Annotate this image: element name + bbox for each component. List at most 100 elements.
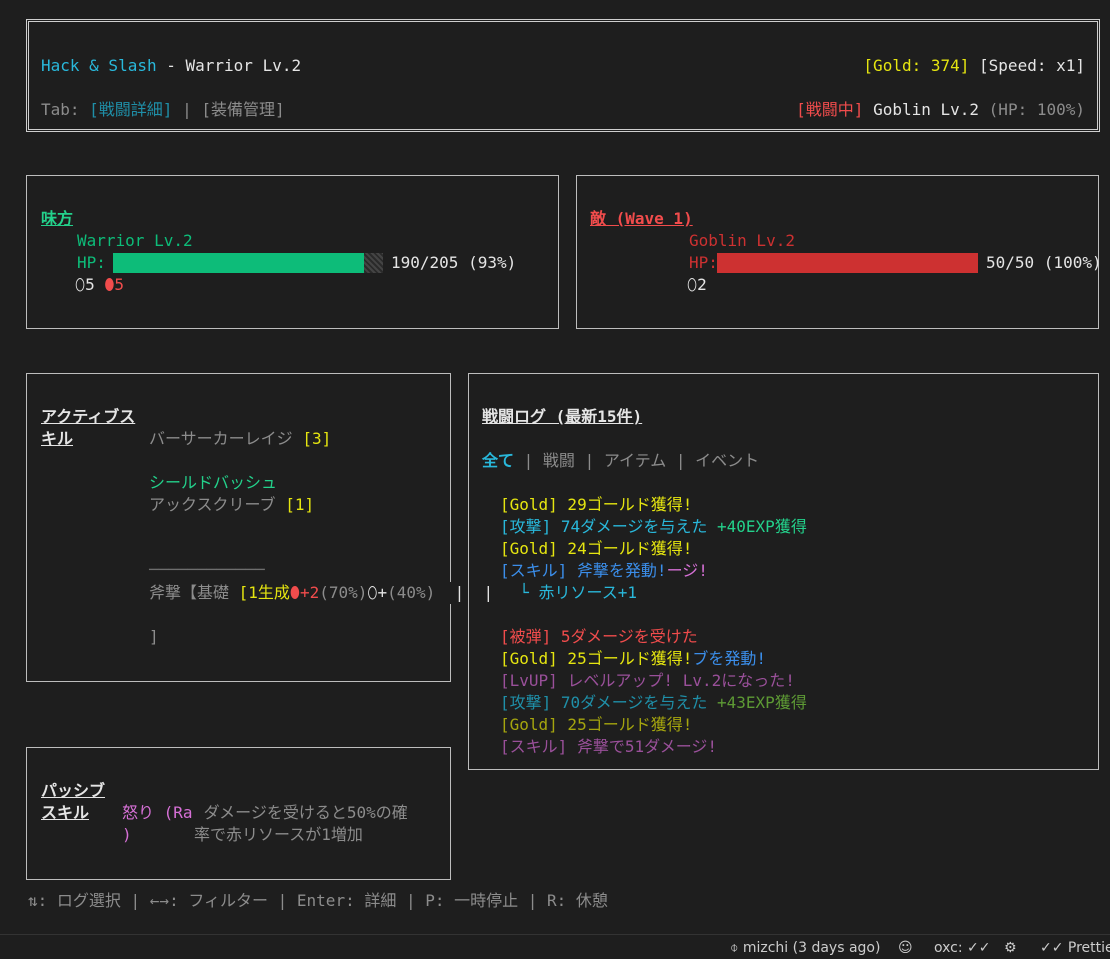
log-tag: [Gold] [500,539,558,558]
enemy-title: 敵 (Wave 1) [590,209,693,228]
skill-berserker-rage[interactable]: バーサーカーレイジ [3] [149,428,331,450]
log-line[interactable]: [Gold] 25ゴールド獲得! [500,714,692,736]
detail-p1: (70%) [319,583,368,602]
white-resource-count: 2 [697,275,707,294]
red-resource-icon: ⬮ [104,275,115,294]
ally-panel: 味方 Warrior Lv.2 HP: 190/205 (93%) ⬯5 ⬮5 [26,175,559,329]
log-tag: [被弾] [500,627,552,646]
log-text: 29ゴールド獲得! [557,495,693,514]
tab-separator: | [172,100,202,119]
log-line[interactable]: └ 赤リソース+1 [500,582,637,604]
ally-resources: ⬯5 ⬮5 [75,274,124,296]
log-extra: +43EXP獲得 [717,693,807,712]
log-line[interactable]: [スキル] 斧撃で51ダメージ! [500,736,717,758]
tab-label: Tab: [41,100,90,119]
active-skills-title-2: キル [41,429,74,448]
tab-equipment[interactable]: [装備管理] [201,100,284,119]
game-title: Hack & Slash [41,56,157,75]
white-resource-icon: ⬯ [367,583,378,602]
log-tag: [スキル] [500,737,568,756]
git-branch-label: mizchi (3 days ago) [742,940,881,956]
filter-event[interactable]: イベント [695,451,759,470]
battle-log-panel: 戦闘ログ (最新15件) 全て | 戦闘 | アイテム | イベント [Gold… [468,373,1099,770]
filter-battle[interactable]: 戦闘 [543,451,575,470]
passive-skills-title-1: パッシブ [41,781,106,800]
skill-detail-close: ] [149,627,159,646]
passive-skills-panel: パッシブ スキル 怒り (Ra ) ダメージを受けると50%の確 率で赤リソース… [26,747,451,880]
currency-line: [Gold: 374] [Speed: x1] [863,55,1085,77]
skill-cost: [1] [285,495,315,514]
log-extra: ブを発動! [692,649,766,668]
passive-skills-title-2: スキル [41,803,90,822]
log-line[interactable]: [スキル] 斧撃を発動!ージ! [500,560,708,582]
red-resource-icon: ⬮ [289,583,300,602]
log-text: 斧撃を発動! [567,561,667,580]
white-resource-icon: ⬯ [75,275,86,294]
log-line[interactable]: [LvUP] レベルアップ! Lv.2になった! [500,670,795,692]
log-tag: [Gold] [500,495,558,514]
game-title-line: Hack & Slash - Warrior Lv.2 [41,55,301,77]
skill-shield-bash[interactable]: シールドバッシュ [149,472,277,494]
filter-all[interactable]: 全て [482,451,514,470]
detail-plus2: + [377,583,388,602]
passive-desc-2: 率で赤リソースが1増加 [194,825,363,844]
skill-divider: ──────────── [149,560,265,579]
keybind-help: ⇅: ログ選択 | ←→: フィルター | Enter: 詳細 | P: 一時停… [28,891,608,910]
character-info: Warrior Lv.2 [185,56,302,75]
ally-name: Warrior Lv.2 [77,231,193,250]
detail-red-plus: +2 [299,583,320,602]
log-filter-bar: 全て | 戦闘 | アイテム | イベント [482,450,759,472]
log-text: 25ゴールド獲得! [557,649,693,668]
battle-status-badge: [戦闘中] [796,100,864,119]
enemy-hp-bar-fill [717,253,978,273]
log-tag: [LvUP] [500,671,558,690]
ally-hp-label: HP: [77,253,106,272]
ally-hp-text: 190/205 (93%) [391,253,517,272]
battle-status-line: [戦闘中] Goblin Lv.2 (HP: 100%) [796,99,1085,121]
passive-name-1: 怒り (Ra [122,803,193,822]
log-line[interactable]: [被弾] 5ダメージを受けた [500,626,698,648]
enemy-panel: 敵 (Wave 1) Goblin Lv.2 HP: 50/50 (100%) … [576,175,1102,329]
log-line[interactable]: [攻撃] 70ダメージを与えた +43EXP獲得 [500,692,807,714]
log-text: 70ダメージを与えた [551,693,718,712]
ally-title: 味方 [41,209,74,228]
log-line[interactable]: [Gold] 24ゴールド獲得! [500,538,692,560]
speed-indicator[interactable]: [Speed: x1] [979,56,1085,75]
white-resource-icon: ⬯ [687,275,698,294]
log-text: 25ゴールド獲得! [557,715,693,734]
detail-prefix: 斧撃【基礎 [149,583,239,602]
log-text: 斧撃で51ダメージ! [567,737,718,756]
status-bar: ⌽ mizchi (3 days ago) ☺ oxc: ✓✓ ⚙ ✓✓ Pre… [0,934,1110,957]
log-tag: [Gold] [500,649,558,668]
log-text: レベルアップ! Lv.2になった! [557,671,795,690]
skill-name: アックスクリーブ [149,495,286,514]
ally-hp-bar-fill [113,253,364,273]
passive-desc-1: ダメージを受けると50%の確 [194,803,408,822]
gold-counter: [Gold: 374] [863,56,970,75]
detail-bracket: [1 [238,583,258,602]
detail-p2: (40%) [387,583,436,602]
detail-gen: 生成 [257,583,290,602]
enemy-summary: Goblin Lv.2 [863,100,989,119]
log-tag: [攻撃] [500,517,552,536]
skill-detail: 斧撃【基礎 [1生成⬮+2(70%)⬯+(40%) | | [149,582,498,604]
tab-battle-detail[interactable]: [戦闘詳細] [89,100,172,119]
active-skills-panel: アクティブス キル バーサーカーレイジ [3] シールドバッシュ アックスクリー… [26,373,498,682]
tab-bar: Tab: [戦闘詳細] | [装備管理] [41,99,285,121]
log-line[interactable]: [Gold] 25ゴールド獲得!ブを発動! [500,648,766,670]
skill-axe-cleave[interactable]: アックスクリーブ [1] [149,494,314,516]
log-tag: [スキル] [500,561,568,580]
filter-separator: | [514,451,543,470]
log-line[interactable]: [Gold] 29ゴールド獲得! [500,494,692,516]
filter-item[interactable]: アイテム [604,451,666,470]
enemy-hp-text: 50/50 (100%) [986,253,1102,272]
filter-separator: | [574,451,604,470]
enemy-hp-label: HP: [689,253,718,272]
log-text: 74ダメージを与えた [551,517,718,536]
log-text: 5ダメージを受けた [551,627,698,646]
log-extra: +40EXP獲得 [717,517,807,536]
header-panel: Hack & Slash - Warrior Lv.2 [Gold: 374] … [26,19,1100,132]
skill-cost: [3] [302,429,332,448]
enemy-hp-summary: (HP: 100%) [988,100,1085,119]
log-line[interactable]: [攻撃] 74ダメージを与えた +40EXP獲得 [500,516,807,538]
